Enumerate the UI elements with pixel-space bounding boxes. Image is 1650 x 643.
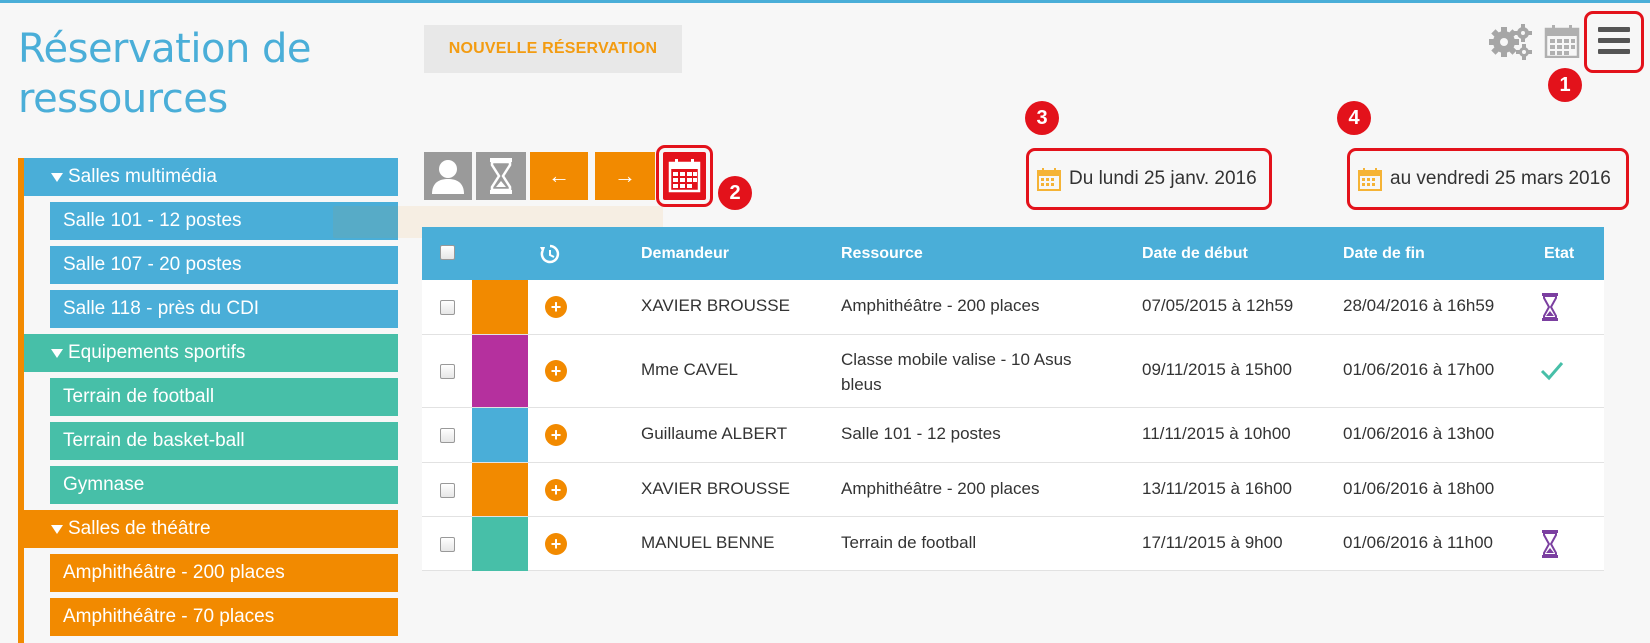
cell-ressource: Amphithéâtre - 200 places: [841, 479, 1040, 498]
cell-demandeur: Guillaume ALBERT: [641, 424, 788, 443]
cell-date-fin: 28/04/2016 à 16h59: [1343, 296, 1495, 315]
sidebar-item-gymnase[interactable]: Gymnase: [50, 466, 398, 504]
callout-badge-1: 1: [1548, 68, 1582, 102]
cell-date-fin: 01/06/2016 à 11h00: [1343, 533, 1493, 552]
caret-down-icon: [51, 525, 63, 534]
row-checkbox[interactable]: [440, 364, 455, 379]
cell-ressource: Amphithéâtre - 200 places: [841, 296, 1040, 315]
cell-ressource: Terrain de football: [841, 533, 977, 552]
cell-ressource: Salle 101 - 12 postes: [841, 424, 1001, 443]
history-icon[interactable]: [539, 243, 561, 265]
row-checkbox[interactable]: [440, 428, 455, 443]
callout-badge-3: 3: [1025, 101, 1059, 135]
col-date-debut[interactable]: Date de début: [1142, 227, 1248, 280]
date-from-field[interactable]: Du lundi 25 janv. 2016: [1026, 148, 1272, 210]
caret-down-icon: [51, 173, 63, 182]
next-period-button[interactable]: →: [595, 152, 655, 200]
cell-date-fin: 01/06/2016 à 13h00: [1343, 424, 1495, 443]
caret-down-icon: [51, 349, 63, 358]
cell-date-debut: 13/11/2015 à 16h00: [1142, 479, 1292, 498]
filter-pending-button[interactable]: [476, 152, 526, 200]
cell-demandeur: Mme CAVEL: [641, 360, 738, 379]
row-checkbox[interactable]: [440, 537, 455, 552]
previous-period-button[interactable]: ←: [530, 152, 588, 200]
page-title: Réservation de ressources: [18, 26, 312, 122]
col-date-fin[interactable]: Date de fin: [1343, 227, 1425, 280]
calendar-picker-button[interactable]: [656, 145, 713, 207]
sidebar-item-amphi-70[interactable]: Amphithéâtre - 70 places: [50, 598, 398, 636]
table-row[interactable]: + Guillaume ALBERT Salle 101 - 12 postes…: [422, 408, 1604, 463]
menu-bar-icon: [1598, 49, 1630, 54]
hamburger-menu-button[interactable]: [1584, 11, 1644, 73]
user-icon: [432, 160, 464, 194]
sidebar-group-salles-multimedia[interactable]: Salles multimédia: [24, 158, 398, 196]
sidebar-group-salles-theatre[interactable]: Salles de théâtre: [24, 510, 398, 548]
table-row[interactable]: + XAVIER BROUSSE Amphithéâtre - 200 plac…: [422, 280, 1604, 335]
cell-ressource: Classe mobile valise - 10 Asus bleus: [841, 350, 1072, 394]
cell-date-fin: 01/06/2016 à 17h00: [1343, 360, 1495, 379]
resource-color-swatch: [472, 408, 528, 462]
cell-date-debut: 11/11/2015 à 10h00: [1142, 424, 1291, 443]
table-row[interactable]: + Mme CAVEL Classe mobile valise - 10 As…: [422, 335, 1604, 408]
cell-demandeur: XAVIER BROUSSE: [641, 296, 790, 315]
sidebar-item-terrain-football[interactable]: Terrain de football: [50, 378, 398, 416]
resource-color-swatch: [472, 335, 528, 407]
cell-date-debut: 09/11/2015 à 15h00: [1142, 360, 1292, 379]
resource-color-swatch: [472, 463, 528, 516]
select-all-checkbox[interactable]: [440, 245, 455, 260]
callout-badge-4: 4: [1337, 101, 1371, 135]
sidebar-accent-bar: [18, 158, 24, 643]
sidebar-group-equipements-sportifs[interactable]: Equipements sportifs: [24, 334, 398, 372]
table-row[interactable]: + XAVIER BROUSSE Amphithéâtre - 200 plac…: [422, 463, 1604, 517]
new-reservation-button[interactable]: NOUVELLE RÉSERVATION: [424, 25, 682, 73]
col-ressource[interactable]: Ressource: [841, 227, 923, 280]
top-accent-line: [0, 0, 1650, 3]
settings-gears-icon[interactable]: [1488, 22, 1534, 60]
menu-bar-icon: [1598, 27, 1630, 32]
cell-demandeur: MANUEL BENNE: [641, 533, 775, 552]
sidebar-item-amphi-200[interactable]: Amphithéâtre - 200 places: [50, 554, 398, 592]
sidebar-item-salle-107[interactable]: Salle 107 - 20 postes: [50, 246, 398, 284]
table-row[interactable]: + MANUEL BENNE Terrain de football 17/11…: [422, 517, 1604, 571]
expand-plus-icon[interactable]: +: [545, 533, 567, 555]
col-demandeur[interactable]: Demandeur: [641, 227, 729, 280]
calendar-view-icon[interactable]: [1544, 24, 1580, 58]
col-etat[interactable]: Etat: [1544, 227, 1574, 280]
expand-plus-icon[interactable]: +: [545, 424, 567, 446]
cell-demandeur: XAVIER BROUSSE: [641, 479, 790, 498]
calendar-small-icon: [1037, 168, 1061, 191]
expand-plus-icon[interactable]: +: [545, 360, 567, 382]
resource-color-swatch: [472, 517, 528, 571]
table-header: Demandeur Ressource Date de début Date d…: [422, 227, 1604, 280]
cell-date-debut: 07/05/2015 à 12h59: [1142, 296, 1294, 315]
expand-plus-icon[interactable]: +: [545, 296, 567, 318]
row-checkbox[interactable]: [440, 483, 455, 498]
check-icon: [1540, 362, 1564, 381]
expand-plus-icon[interactable]: +: [545, 479, 567, 501]
calendar-small-icon: [1358, 168, 1382, 191]
sidebar-item-salle-118[interactable]: Salle 118 - près du CDI: [50, 290, 398, 328]
filter-user-button[interactable]: [424, 152, 472, 200]
cell-date-debut: 17/11/2015 à 9h00: [1142, 533, 1283, 552]
hourglass-icon: [1542, 530, 1558, 558]
date-to-field[interactable]: au vendredi 25 mars 2016: [1347, 148, 1629, 210]
hourglass-icon: [490, 158, 512, 194]
hourglass-icon: [1542, 293, 1558, 321]
menu-bar-icon: [1598, 38, 1630, 43]
cell-date-fin: 01/06/2016 à 18h00: [1343, 479, 1495, 498]
calendar-icon: [668, 159, 701, 193]
row-checkbox[interactable]: [440, 300, 455, 315]
resource-color-swatch: [472, 280, 528, 334]
callout-badge-2: 2: [718, 176, 752, 210]
sidebar-item-terrain-basket[interactable]: Terrain de basket-ball: [50, 422, 398, 460]
